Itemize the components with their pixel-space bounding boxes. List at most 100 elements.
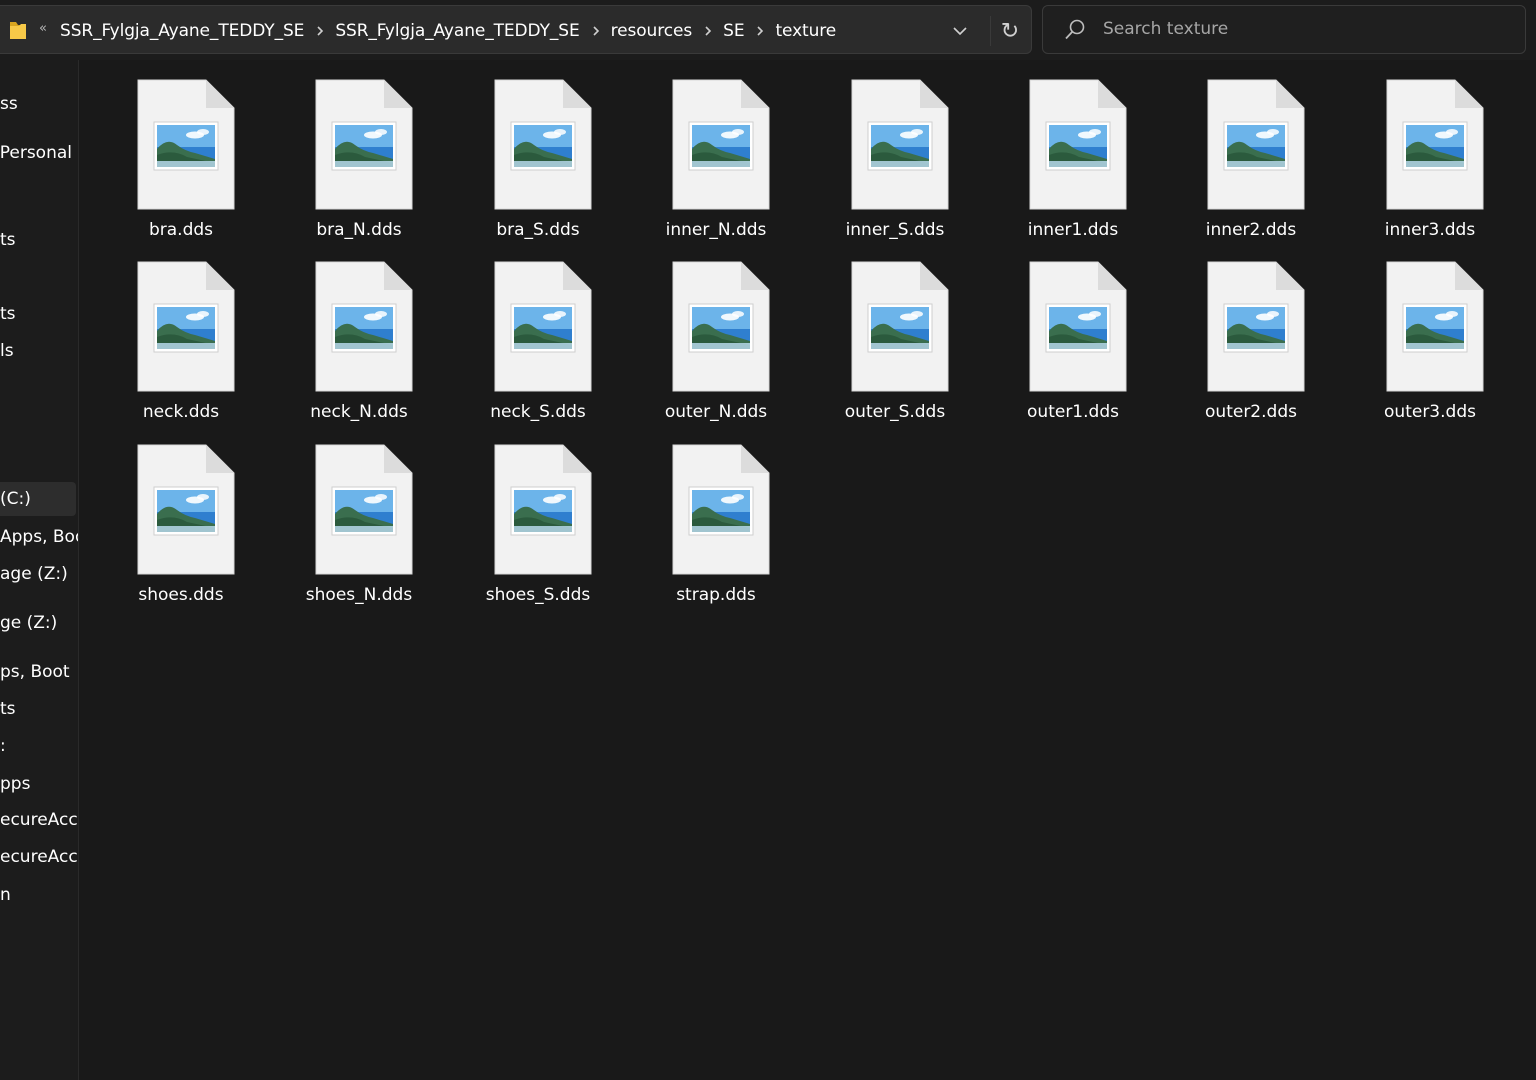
toolbar: « SSR_Fylgja_Ayane_TEDDY_SE SSR_Fylgja_Ay… xyxy=(0,0,1536,60)
nav-item[interactable]: ecureAcce xyxy=(0,840,78,874)
image-file-icon xyxy=(1386,79,1484,210)
folder-icon xyxy=(10,22,26,39)
file-item[interactable]: outer_N.dds xyxy=(633,261,799,437)
file-name: neck_S.dds xyxy=(490,402,586,422)
file-item[interactable]: inner_N.dds xyxy=(633,79,799,255)
file-item[interactable]: outer2.dds xyxy=(1168,261,1334,437)
file-name: outer2.dds xyxy=(1205,402,1297,422)
address-dropdown-button[interactable] xyxy=(946,18,974,44)
file-item[interactable]: shoes_N.dds xyxy=(276,444,442,620)
navigation-pane: ss Personal ts ts ls (C:) Apps, Boo age (Z:) ge … xyxy=(0,60,79,1080)
file-name: bra.dds xyxy=(148,220,214,240)
breadcrumb-item[interactable]: resources xyxy=(611,21,693,41)
file-name: inner3.dds xyxy=(1384,220,1476,240)
file-name: shoes_N.dds xyxy=(305,585,413,605)
file-item[interactable]: inner2.dds xyxy=(1168,79,1334,255)
file-name: strap.dds xyxy=(676,585,756,605)
file-name: inner_S.dds xyxy=(845,220,945,240)
image-file-icon xyxy=(315,444,413,575)
file-item[interactable]: neck_S.dds xyxy=(455,261,621,437)
address-bar[interactable]: « SSR_Fylgja_Ayane_TEDDY_SE SSR_Fylgja_Ay… xyxy=(0,5,1032,54)
file-item[interactable]: bra_N.dds xyxy=(276,79,442,255)
refresh-button[interactable]: ↻ xyxy=(990,16,1029,46)
file-explorer-window: « SSR_Fylgja_Ayane_TEDDY_SE SSR_Fylgja_Ay… xyxy=(0,0,1536,1080)
nav-item[interactable]: ts xyxy=(0,297,16,331)
image-file-icon xyxy=(851,261,949,392)
breadcrumb: SSR_Fylgja_Ayane_TEDDY_SE SSR_Fylgja_Ayan… xyxy=(60,6,836,55)
chevron-right-icon[interactable] xyxy=(592,25,600,36)
search-icon xyxy=(1065,19,1085,40)
file-name: bra_S.dds xyxy=(496,220,580,240)
breadcrumb-item[interactable]: texture xyxy=(775,21,836,41)
image-file-icon xyxy=(851,79,949,210)
nav-item[interactable]: n xyxy=(0,878,11,912)
nav-item[interactable]: ge (Z:) xyxy=(0,606,57,640)
refresh-icon: ↻ xyxy=(1000,18,1020,44)
chevron-right-icon[interactable] xyxy=(704,25,712,36)
nav-item[interactable]: ss xyxy=(0,87,18,121)
image-file-icon xyxy=(1029,79,1127,210)
file-name: neck_N.dds xyxy=(310,402,408,422)
file-item[interactable]: shoes_S.dds xyxy=(455,444,621,620)
file-name: shoes.dds xyxy=(138,585,224,605)
nav-item[interactable]: ts xyxy=(0,223,16,257)
nav-item[interactable]: age (Z:) xyxy=(0,557,68,591)
nav-item[interactable]: ps, Boot xyxy=(0,655,70,689)
image-file-icon xyxy=(672,444,770,575)
file-item[interactable]: outer_S.dds xyxy=(812,261,978,437)
file-name: inner1.dds xyxy=(1027,220,1119,240)
image-file-icon xyxy=(137,444,235,575)
file-name: inner2.dds xyxy=(1205,220,1297,240)
image-file-icon xyxy=(137,79,235,210)
breadcrumb-item[interactable]: SSR_Fylgja_Ayane_TEDDY_SE xyxy=(335,21,579,41)
image-file-icon xyxy=(1386,261,1484,392)
file-name: outer1.dds xyxy=(1027,402,1119,422)
nav-item[interactable]: Personal xyxy=(0,136,72,170)
file-name: neck.dds xyxy=(142,402,220,422)
image-file-icon xyxy=(1029,261,1127,392)
nav-item[interactable]: Apps, Boo xyxy=(0,520,78,554)
file-item[interactable]: bra_S.dds xyxy=(455,79,621,255)
image-file-icon xyxy=(494,261,592,392)
image-file-icon xyxy=(1207,79,1305,210)
file-item[interactable]: bra.dds xyxy=(98,79,264,255)
breadcrumb-overflow-icon[interactable]: « xyxy=(39,19,47,39)
file-name: outer3.dds xyxy=(1384,402,1476,422)
image-file-icon xyxy=(315,261,413,392)
image-file-icon xyxy=(494,444,592,575)
file-item[interactable]: inner3.dds xyxy=(1347,79,1513,255)
file-item[interactable]: strap.dds xyxy=(633,444,799,620)
chevron-right-icon[interactable] xyxy=(316,25,324,36)
breadcrumb-item[interactable]: SSR_Fylgja_Ayane_TEDDY_SE xyxy=(60,21,304,41)
nav-item[interactable]: (C:) xyxy=(0,482,76,516)
file-name: outer_N.dds xyxy=(664,402,768,422)
file-name: shoes_S.dds xyxy=(485,585,591,605)
file-name: outer_S.dds xyxy=(844,402,946,422)
file-item[interactable]: shoes.dds xyxy=(98,444,264,620)
image-file-icon xyxy=(672,79,770,210)
search-box[interactable] xyxy=(1042,5,1526,54)
chevron-down-icon xyxy=(953,27,967,36)
breadcrumb-item[interactable]: SE xyxy=(723,21,744,41)
vertical-scrollbar[interactable] xyxy=(1526,60,1536,1080)
nav-item[interactable]: pps xyxy=(0,767,30,801)
file-item[interactable]: neck_N.dds xyxy=(276,261,442,437)
file-item[interactable]: outer3.dds xyxy=(1347,261,1513,437)
nav-item[interactable]: : xyxy=(0,729,6,763)
chevron-right-icon[interactable] xyxy=(756,25,764,36)
file-name: bra_N.dds xyxy=(316,220,402,240)
image-file-icon xyxy=(672,261,770,392)
file-list-view[interactable]: bra.dds bra_N.dds bra_S.dds inner_N.dds inne… xyxy=(79,60,1536,1080)
nav-item[interactable]: ecureAcce xyxy=(0,803,78,837)
file-item[interactable]: neck.dds xyxy=(98,261,264,437)
nav-item[interactable]: ls xyxy=(0,334,14,368)
image-file-icon xyxy=(1207,261,1305,392)
image-file-icon xyxy=(315,79,413,210)
image-file-icon xyxy=(494,79,592,210)
file-item[interactable]: inner_S.dds xyxy=(812,79,978,255)
search-input[interactable] xyxy=(1103,14,1503,44)
nav-item[interactable]: ts xyxy=(0,692,16,726)
file-item[interactable]: outer1.dds xyxy=(990,261,1156,437)
file-name: inner_N.dds xyxy=(665,220,767,240)
file-item[interactable]: inner1.dds xyxy=(990,79,1156,255)
